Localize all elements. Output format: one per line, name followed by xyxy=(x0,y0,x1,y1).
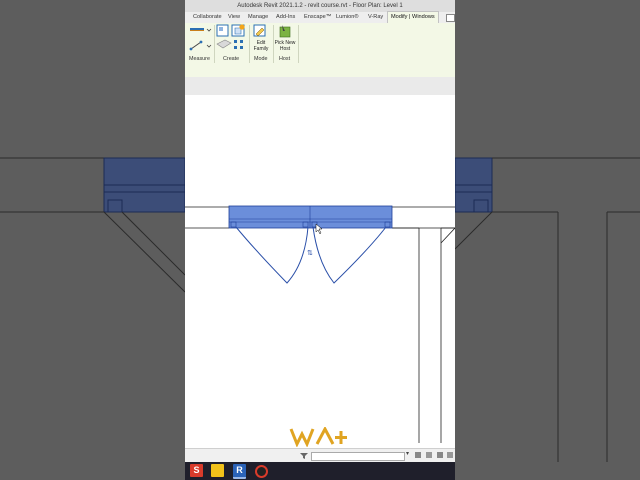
panel-separator xyxy=(249,25,250,63)
create-tools[interactable] xyxy=(215,24,249,55)
pick-new-host-button[interactable]: Pick New Host xyxy=(271,40,299,52)
recorder-icon[interactable] xyxy=(255,465,268,478)
tab-add-ins[interactable]: Add-Ins xyxy=(276,12,295,23)
s-app-icon[interactable]: S xyxy=(190,464,203,477)
status-icon[interactable] xyxy=(415,452,421,458)
taskbar: S R xyxy=(185,462,455,480)
tab-lumion[interactable]: Lumion® xyxy=(336,12,358,23)
dropdown-arrow-icon[interactable]: ▾ xyxy=(406,450,409,457)
selected-window-element[interactable]: ⇅ xyxy=(228,205,393,284)
view-tab-strip xyxy=(185,77,455,95)
status-icon[interactable] xyxy=(437,452,443,458)
ribbon-toggle-icon[interactable] xyxy=(446,14,455,22)
status-icon[interactable] xyxy=(426,452,432,458)
sticky-app-icon[interactable] xyxy=(211,464,224,477)
workset-dropdown[interactable] xyxy=(311,452,405,461)
pick-new-host-icon[interactable] xyxy=(278,24,292,38)
edit-family-icon[interactable] xyxy=(253,24,267,38)
tab-collaborate[interactable]: Collaborate xyxy=(193,12,222,23)
filter-icon[interactable] xyxy=(299,452,309,460)
tab-enscape[interactable]: Enscape™ xyxy=(304,12,331,23)
tab-view[interactable]: View xyxy=(228,12,240,23)
measure-tools[interactable] xyxy=(189,25,213,55)
panel-mode: Mode xyxy=(254,56,268,62)
panel-measure: Measure xyxy=(189,56,210,62)
flip-control-icon: ⇅ xyxy=(307,250,313,257)
ribbon: Measure Create Edit Family Mode Pick New… xyxy=(185,23,455,66)
panel-separator xyxy=(214,25,215,63)
screen: Autodesk Revit 2021.1.2 - revit course.r… xyxy=(0,0,640,480)
panel-host: Host xyxy=(279,56,291,62)
revit-window: Autodesk Revit 2021.1.2 - revit course.r… xyxy=(185,0,455,480)
wa-logo xyxy=(289,427,347,447)
panel-create: Create xyxy=(223,56,240,62)
revit-icon[interactable]: R xyxy=(233,464,246,479)
tab-vray[interactable]: V-Ray xyxy=(368,12,383,23)
window-title: Autodesk Revit 2021.1.2 - revit course.r… xyxy=(237,3,403,9)
status-bar: ▾ xyxy=(185,448,455,463)
drawing-canvas[interactable]: ⇅ xyxy=(185,95,455,447)
tab-manage[interactable]: Manage xyxy=(248,12,268,23)
panel-separator xyxy=(298,25,299,63)
edit-family-button[interactable]: Edit Family xyxy=(249,40,273,52)
status-icon[interactable] xyxy=(447,452,453,458)
floor-plan-drawing[interactable]: ⇅ xyxy=(185,95,455,443)
ribbon-tabs: Collaborate View Manage Add-Ins Enscape™… xyxy=(185,11,455,24)
panel-separator xyxy=(273,25,274,63)
